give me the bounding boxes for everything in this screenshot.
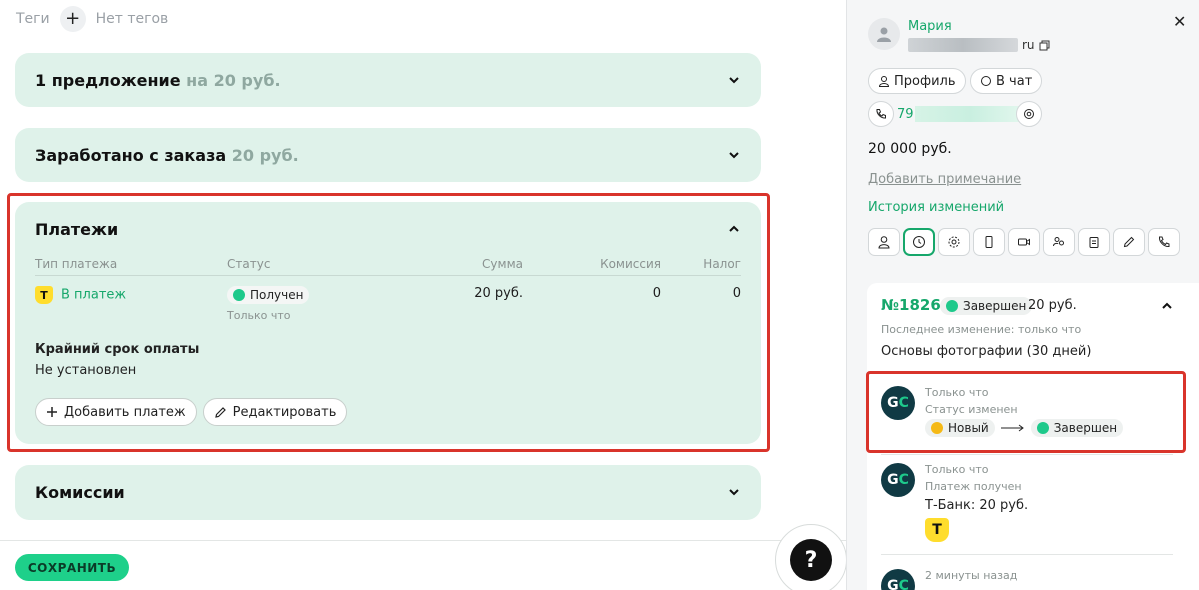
event-time: Только что	[925, 463, 989, 476]
pencil-icon	[1123, 236, 1135, 248]
gear-icon	[1024, 109, 1034, 119]
add-note-link[interactable]: Добавить примечание	[868, 172, 1021, 187]
tab-mobile[interactable]	[973, 228, 1005, 256]
client-email: ru	[908, 38, 1050, 52]
tab-calls[interactable]	[1148, 228, 1180, 256]
history-link[interactable]: История изменений	[868, 200, 1004, 215]
client-total-amount: 20 000 руб.	[868, 141, 952, 157]
chat-button[interactable]: В чат	[970, 68, 1043, 94]
help-widget: ?	[775, 524, 846, 590]
event-divider	[881, 454, 1173, 455]
save-button[interactable]: СОХРАНИТЬ	[15, 554, 129, 581]
user-icon	[877, 27, 891, 42]
phone-settings-button[interactable]	[1016, 101, 1042, 127]
plus-icon[interactable]: +	[59, 6, 86, 32]
tags-row: Теги + Нет тегов	[16, 6, 168, 32]
tab-profile[interactable]	[868, 228, 900, 256]
client-name[interactable]: Мария	[908, 19, 952, 34]
video-icon	[1018, 238, 1030, 246]
highlight-frame-payments	[7, 193, 770, 452]
avatar	[868, 18, 900, 50]
phone-icon	[876, 109, 886, 119]
tab-edit[interactable]	[1113, 228, 1145, 256]
event-divider	[881, 554, 1173, 555]
blurred-email	[908, 38, 1018, 52]
offers-title: 1 предложение на 20 руб.	[35, 70, 281, 90]
help-button[interactable]: ?	[790, 539, 832, 581]
client-sidebar: Мария ru ✕ Профиль В чат 79 20 000 руб. …	[846, 0, 1199, 590]
order-last-change: Последнее изменение: только что	[881, 323, 1082, 336]
user-icon	[878, 236, 890, 249]
status-dot-icon	[946, 300, 958, 312]
user-icon	[878, 76, 890, 87]
earned-title: Заработано с заказа 20 руб.	[35, 145, 299, 165]
tab-clipboard[interactable]	[1078, 228, 1110, 256]
tab-settings[interactable]	[938, 228, 970, 256]
phone-number[interactable]: 79	[897, 106, 1025, 122]
email-suffix: ru	[1022, 38, 1035, 52]
tab-users[interactable]	[1043, 228, 1075, 256]
commissions-card[interactable]: Комиссии	[15, 465, 761, 520]
event-text: Т-Банк: 20 руб.	[925, 498, 1029, 513]
tab-history[interactable]	[903, 228, 935, 256]
gc-avatar: GC	[881, 569, 915, 590]
tags-label: Теги	[16, 11, 50, 27]
blurred-phone	[914, 106, 1025, 122]
mobile-icon	[985, 236, 993, 248]
order-sum: 20 руб.	[1028, 298, 1077, 313]
copy-icon[interactable]	[1039, 40, 1050, 51]
offers-card[interactable]: 1 предложение на 20 руб.	[15, 53, 761, 107]
clipboard-icon	[1089, 237, 1099, 248]
order-status-badge: Завершен	[940, 297, 1033, 316]
commissions-title: Комиссии	[35, 482, 125, 502]
phone-button[interactable]	[868, 101, 894, 127]
chevron-up-icon[interactable]	[1160, 299, 1174, 313]
earned-sub: 20 руб.	[231, 145, 299, 165]
sidebar-toolbar	[868, 228, 1180, 256]
chat-icon	[981, 76, 991, 86]
chevron-down-icon[interactable]	[727, 485, 741, 499]
order-course: Основы фотографии (30 дней)	[881, 344, 1092, 359]
tbank-logo-icon: T	[925, 518, 949, 542]
gear-icon	[948, 236, 960, 248]
highlight-frame-status-event	[866, 371, 1186, 453]
order-number[interactable]: №1826	[881, 296, 941, 314]
phone-icon	[1158, 236, 1170, 248]
gc-avatar: GC	[881, 463, 915, 497]
chevron-down-icon[interactable]	[727, 73, 741, 87]
close-icon[interactable]: ✕	[1173, 12, 1186, 31]
footer-divider	[0, 540, 846, 541]
event-time: 2 минуты назад	[925, 569, 1018, 582]
users-icon	[1053, 237, 1064, 247]
tags-empty-text: Нет тегов	[95, 11, 169, 27]
profile-button[interactable]: Профиль	[868, 68, 966, 94]
event-desc: Платеж получен	[925, 480, 1022, 493]
tab-video[interactable]	[1008, 228, 1040, 256]
offers-sub: на 20 руб.	[186, 70, 281, 90]
history-icon	[913, 236, 925, 248]
earned-card[interactable]: Заработано с заказа 20 руб.	[15, 128, 761, 182]
chevron-down-icon[interactable]	[727, 148, 741, 162]
